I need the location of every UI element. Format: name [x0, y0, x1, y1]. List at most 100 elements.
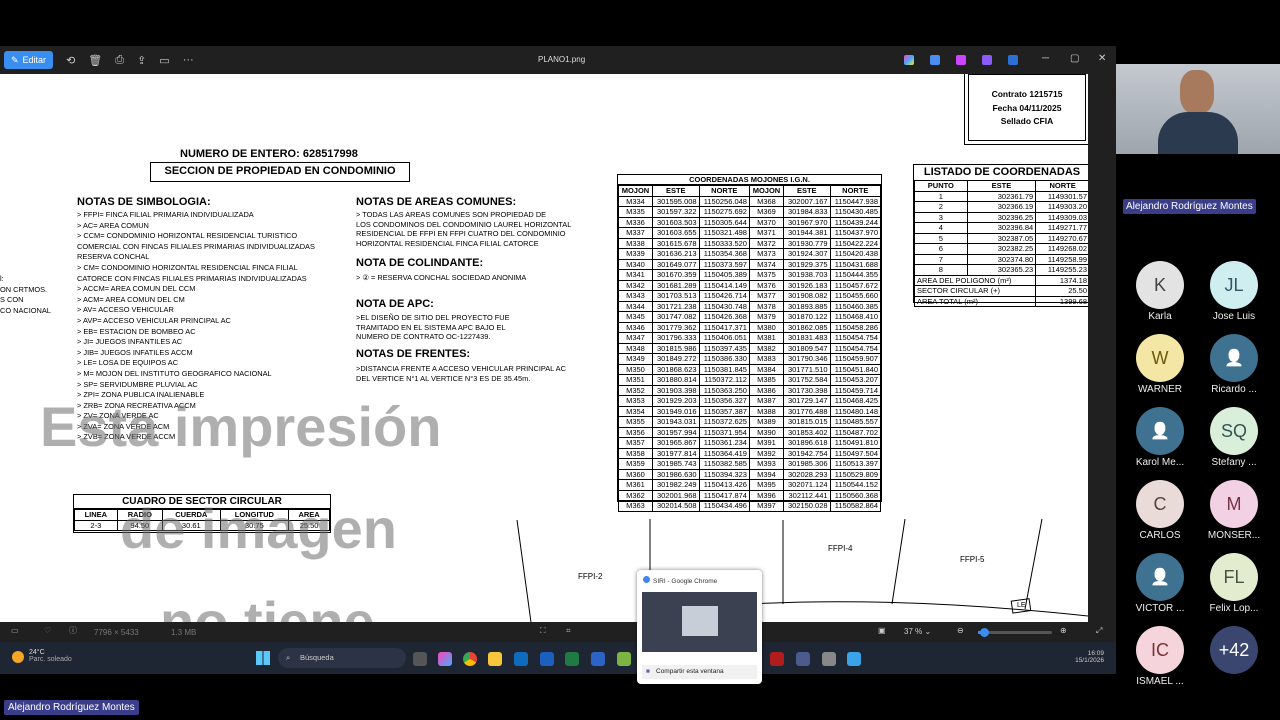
excel-icon[interactable] [565, 652, 579, 666]
close-icon[interactable]: ✕ [1098, 53, 1106, 64]
participant-name: Jose Luis [1212, 311, 1256, 322]
participant-tile[interactable]: C CARLOS [1120, 480, 1200, 541]
mojon-row: M356 301957.994 1150371.954 M390 301853.402 1… [618, 426, 882, 438]
coordinates-list: LISTADO DE COORDENADAS PUNTO ESTE NORTE 13… [913, 164, 1088, 307]
share-icon[interactable]: ⇪ [137, 54, 146, 67]
coord-summary-row: AREA DEL POLIGONO (m²) 1374.18 [913, 274, 1088, 286]
participant-tile[interactable]: JL Jose Luis [1194, 261, 1274, 322]
avatar: FL [1210, 553, 1258, 601]
share-icon: ■ [646, 668, 650, 675]
zoom-level[interactable]: 37 % ⌄ [904, 627, 931, 636]
mojon-row: M357 301965.867 1150361.234 M391 301896.618 1… [618, 437, 882, 449]
start-icon[interactable] [256, 651, 270, 665]
maximize-icon[interactable]: ▢ [1070, 53, 1079, 64]
pen-app-icon[interactable] [930, 55, 940, 65]
participant-name: Stefany ... [1211, 457, 1257, 468]
plan-label-ffpi4: FFPI-4 [828, 544, 853, 553]
participant-tile[interactable]: W WARNER [1120, 334, 1200, 395]
copilot-taskbar-icon[interactable] [438, 652, 452, 666]
share-window-button[interactable]: ■ Compartir esta ventana [642, 665, 757, 679]
simbologia-title: NOTAS DE SIMBOLOGIA: [77, 196, 211, 208]
mojon-row: M355 301943.031 1150372.625 M389 301815.015 1… [618, 416, 882, 428]
mojon-row: M338 301615.678 1150333.520 M372 301930.779 1… [618, 237, 882, 249]
participant-tile[interactable]: 👤 VICTOR ... [1120, 553, 1200, 614]
weather-widget[interactable]: 24°C Parc. soleado [12, 649, 72, 663]
pencil-icon: ✎ [11, 54, 19, 65]
word-icon[interactable] [591, 652, 605, 666]
participant-tile[interactable]: 👤 Ricardo ... [1194, 334, 1274, 395]
participant-tile[interactable]: SQ Stefany ... [1194, 407, 1274, 468]
vertical-scrollbar[interactable] [1088, 74, 1116, 666]
more-icon[interactable]: ··· [183, 54, 194, 66]
mojon-row: M340 301649.077 1150373.597 M374 301929.375 1… [618, 258, 882, 270]
mojon-row: M342 301681.289 1150414.149 M376 301926.183 1… [618, 279, 882, 291]
coord-summary-row: SECTOR CIRCULAR (+) 25.50 [913, 285, 1088, 297]
status-bar: ▭ ♡ ⓘ 7796 × 5433 1.3 MB ⛶ ⌗ ▣ 37 % ⌄ ⊖ … [0, 622, 1116, 642]
zoom-in-icon[interactable]: ⊕ [1060, 626, 1067, 635]
clipchamp-icon[interactable] [956, 55, 966, 65]
taskview-icon[interactable] [413, 652, 427, 666]
edit-button[interactable]: ✎ Editar [4, 51, 54, 69]
copilot-icon[interactable] [904, 55, 914, 65]
participant-tile[interactable]: 👤 Karol Me... [1120, 407, 1200, 468]
mojon-row: M343 301703.513 1150426.714 M377 301908.082 1… [618, 290, 882, 302]
outlook-icon[interactable] [514, 652, 528, 666]
participant-name: Felix Lop... [1209, 603, 1259, 614]
outlook-new-icon[interactable] [540, 652, 554, 666]
fit-icon[interactable]: ⛶ [540, 626, 546, 636]
slideshow-icon[interactable]: ▭ [159, 54, 169, 67]
areas-notes: > TODAS LAS AREAS COMUNES SON PROPIEDAD … [356, 210, 572, 248]
speaker-head [1180, 70, 1214, 114]
thumbnail-preview [642, 592, 757, 652]
designer-icon[interactable] [982, 55, 992, 65]
participant-tile[interactable]: K Karla [1120, 261, 1200, 322]
participant-tile[interactable]: FL Felix Lop... [1194, 553, 1274, 614]
favorite-icon[interactable]: ♡ [44, 626, 51, 635]
chrome-icon[interactable] [463, 652, 477, 666]
avatar: IC [1136, 626, 1184, 674]
participant-tile[interactable]: M MONSER... [1194, 480, 1274, 541]
zoom-slider[interactable] [978, 628, 1052, 637]
mojon-row: M341 301670.359 1150405.389 M375 301938.703 1… [618, 269, 882, 281]
mojon-row: M352 301903.398 1150363.250 M386 301730.398 1… [618, 384, 882, 396]
watermark-line-2: de imagen [120, 497, 397, 560]
fullscreen-icon[interactable]: ⤢ [1096, 626, 1102, 636]
print-icon[interactable]: ⎙ [115, 54, 124, 67]
contract-number: Contrato 1215715 [991, 89, 1063, 99]
coord-row: 1 302361.79 1149301.57 [914, 190, 1088, 202]
participant-tile[interactable]: +42 [1194, 626, 1274, 676]
windows-taskbar: 24°C Parc. soleado ⌕ Búsqueda 16:09 15/1/… [0, 642, 1116, 674]
mojon-row: M358 301977.814 1150364.419 M392 301942.754 1… [618, 447, 882, 459]
minimize-icon[interactable]: ─ [1042, 53, 1049, 64]
monitor-icon[interactable]: ▭ [11, 626, 19, 635]
person-icon: 👤 [1150, 569, 1170, 586]
file-explorer-icon[interactable] [488, 652, 502, 666]
participant-name: VICTOR ... [1135, 603, 1185, 614]
autocad-icon[interactable] [770, 652, 784, 666]
participant-tile[interactable]: IC ISMAEL ... [1120, 626, 1200, 687]
photos-icon[interactable] [847, 652, 861, 666]
info-icon[interactable]: ⓘ [69, 625, 77, 636]
clock[interactable]: 16:09 15/1/2026 [1064, 650, 1104, 664]
qgis-icon[interactable] [617, 652, 631, 666]
plan-label-ffpi5: FFPI-5 [960, 555, 985, 564]
window-thumbnail[interactable]: SIRI - Google Chrome ■ Compartir esta ven… [637, 570, 762, 684]
snip-icon[interactable] [822, 652, 836, 666]
coord-row: 8 302365.23 1149255.23 [914, 264, 1088, 276]
plan-label-ffpi2: FFPI-2 [578, 572, 603, 581]
search-box[interactable]: ⌕ Búsqueda [278, 648, 406, 668]
crop-icon[interactable]: ⌗ [566, 626, 571, 636]
actual-size-icon[interactable]: ▣ [878, 626, 886, 635]
remote-icon[interactable] [796, 652, 810, 666]
mojon-row: M351 301880.814 1150372.112 M385 301752.584 1… [618, 374, 882, 386]
zoom-out-icon[interactable]: ⊖ [957, 626, 964, 635]
coord-row: 4 302396.84 1149271.77 [914, 222, 1088, 234]
avatar: M [1210, 480, 1258, 528]
left-edge-text: l: ON CRTMOS. S CON CO NACIONAL [0, 274, 51, 315]
cloud-icon[interactable] [1008, 55, 1018, 65]
mojon-row: M363 302014.508 1150434.496 M397 302150.028 1… [618, 500, 882, 512]
delete-icon[interactable]: 🗑 [88, 54, 102, 67]
thumbnail-title: SIRI - Google Chrome [637, 570, 762, 585]
mojon-row: M348 301815.986 1150397.435 M382 301809.547 1… [618, 342, 882, 354]
rotate-icon[interactable]: ⟲ [66, 54, 75, 67]
